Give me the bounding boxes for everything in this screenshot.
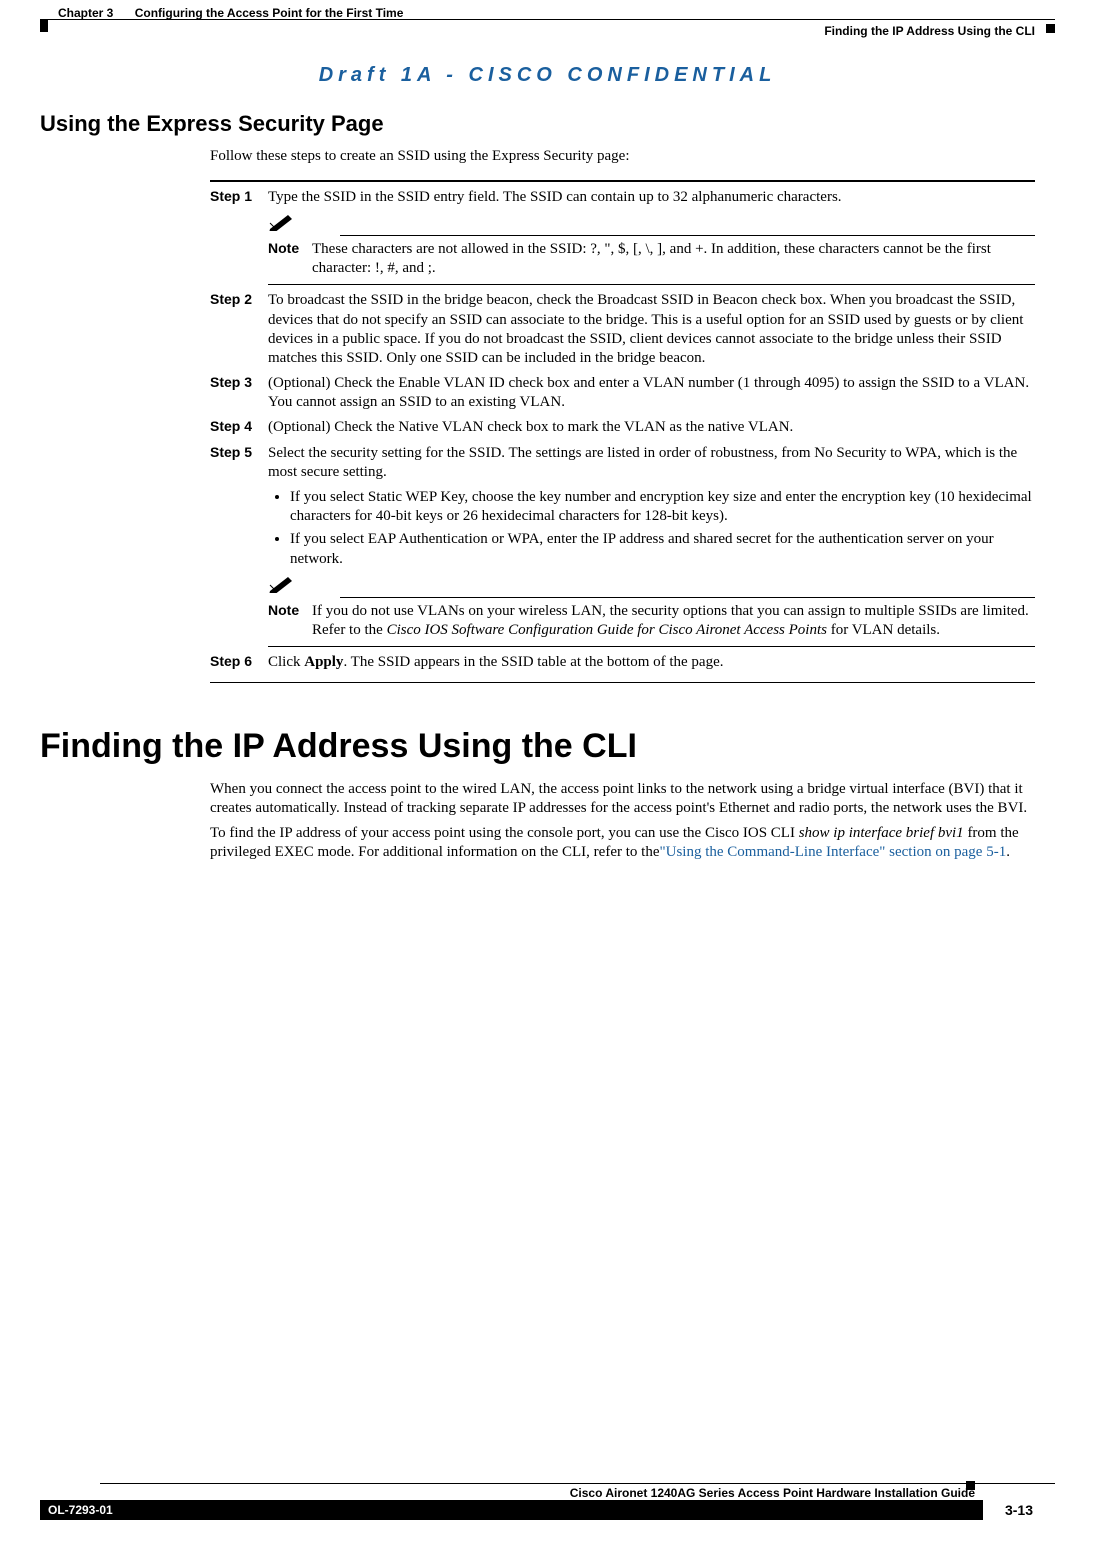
step-text: (Optional) Check the Native VLAN check b… (268, 418, 1035, 437)
step-label: Step 1 (210, 188, 268, 207)
note-block: Note If you do not use VLANs on your wir… (268, 575, 1035, 647)
step-text: Click Apply. The SSID appears in the SSI… (268, 653, 1035, 672)
page-header: Chapter 3 Configuring the Access Point f… (40, 10, 1055, 42)
step-row: Step 2 To broadcast the SSID in the brid… (210, 291, 1035, 368)
steps-bottom-rule (210, 682, 1035, 683)
body-paragraph: To find the IP address of your access po… (210, 824, 1035, 862)
note-top-rule (340, 235, 1035, 236)
page-footer: Cisco Aironet 1240AG Series Access Point… (40, 1483, 1055, 1520)
footer-page-number: 3-13 (983, 1500, 1055, 1520)
cross-ref-link[interactable]: "Using the Command-Line Interface" secti… (659, 844, 1006, 860)
step-row: Step 5 Select the security setting for t… (210, 444, 1035, 482)
bullet-list: If you select Static WEP Key, choose the… (268, 488, 1035, 569)
header-left-bar (40, 19, 48, 32)
header-section-title: Finding the IP Address Using the CLI (824, 24, 1035, 38)
step-text: (Optional) Check the Enable VLAN ID chec… (268, 374, 1035, 412)
footer-doc-number: OL-7293-01 (40, 1500, 983, 1520)
para-post: . (1006, 844, 1010, 860)
step-row: Step 6 Click Apply. The SSID appears in … (210, 653, 1035, 672)
header-chapter: Chapter 3 Configuring the Access Point f… (58, 6, 403, 20)
list-item: If you select Static WEP Key, choose the… (290, 488, 1035, 526)
chapter-number: Chapter 3 (58, 6, 113, 20)
footer-square-icon (966, 1481, 975, 1490)
step-label: Step 2 (210, 291, 268, 368)
steps-top-rule (210, 180, 1035, 182)
footer-book-title: Cisco Aironet 1240AG Series Access Point… (40, 1486, 975, 1500)
step-label: Step 4 (210, 418, 268, 437)
header-square-icon (1046, 24, 1055, 33)
step-text: Select the security setting for the SSID… (268, 444, 1035, 482)
step-text-post: . The SSID appears in the SSID table at … (343, 654, 723, 670)
note-bottom-rule (268, 646, 1035, 647)
list-item: If you select EAP Authentication or WPA,… (290, 530, 1035, 568)
note-text: If you do not use VLANs on your wireless… (312, 602, 1035, 640)
step-label: Step 3 (210, 374, 268, 412)
heading-express-security: Using the Express Security Page (40, 111, 1055, 137)
step-text: Type the SSID in the SSID entry field. T… (268, 188, 1035, 207)
note-bottom-rule (268, 284, 1035, 285)
step-row: Step 3 (Optional) Check the Enable VLAN … (210, 374, 1035, 412)
note-pencil-icon (268, 575, 296, 598)
note-text-italic: Cisco IOS Software Configuration Guide f… (387, 622, 827, 638)
intro-paragraph: Follow these steps to create an SSID usi… (210, 147, 1035, 166)
note-block: Note These characters are not allowed in… (268, 213, 1035, 285)
note-pencil-icon (268, 213, 296, 236)
body-paragraph: When you connect the access point to the… (210, 780, 1035, 818)
footer-rule (100, 1483, 1055, 1484)
heading-finding-ip: Finding the IP Address Using the CLI (40, 727, 1055, 766)
note-label: Note (268, 602, 312, 640)
para-italic: show ip interface brief bvi1 (799, 825, 964, 841)
step-label: Step 5 (210, 444, 268, 482)
step-row: Step 1 Type the SSID in the SSID entry f… (210, 188, 1035, 207)
para-pre: To find the IP address of your access po… (210, 825, 799, 841)
step-text: To broadcast the SSID in the bridge beac… (268, 291, 1035, 368)
step-label: Step 6 (210, 653, 268, 672)
note-text-post: for VLAN details. (827, 622, 940, 638)
step-text-pre: Click (268, 654, 304, 670)
note-label: Note (268, 240, 312, 278)
note-text: These characters are not allowed in the … (312, 240, 1035, 278)
draft-watermark: Draft 1A - CISCO CONFIDENTIAL (40, 64, 1055, 87)
step-text-bold: Apply (304, 654, 343, 670)
chapter-title: Configuring the Access Point for the Fir… (135, 6, 404, 20)
note-top-rule (340, 597, 1035, 598)
step-row: Step 4 (Optional) Check the Native VLAN … (210, 418, 1035, 437)
